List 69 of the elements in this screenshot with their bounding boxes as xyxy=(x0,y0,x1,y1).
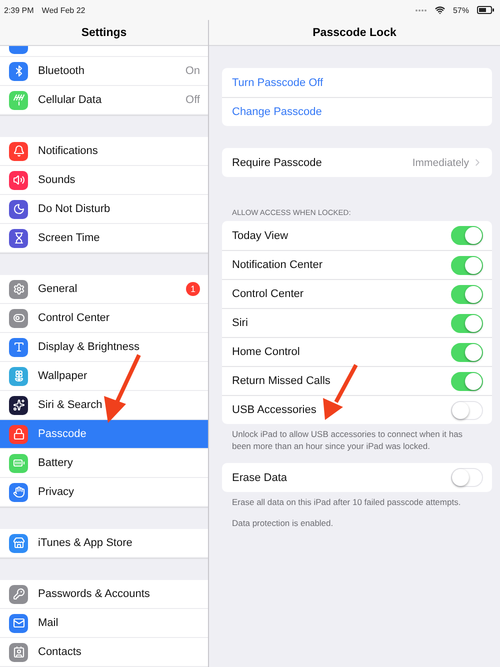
item-label: Passcode xyxy=(38,428,88,440)
toggle-switch[interactable] xyxy=(451,342,483,362)
item-label: Screen Time xyxy=(38,232,101,244)
footer-note: Erase all data on this iPad after 10 failed passcode attempts. xyxy=(231,496,462,509)
sparkle-icon xyxy=(9,396,28,414)
battery-percent: 57% xyxy=(452,6,469,14)
setting-label: Today View xyxy=(232,230,290,242)
setting-label: Erase Data xyxy=(232,472,288,484)
gear-icon xyxy=(9,280,28,298)
speaker-icon xyxy=(9,170,28,190)
battery-icon xyxy=(477,6,494,14)
setting-label: Home Control xyxy=(232,346,301,358)
item-label: Control Center xyxy=(38,312,111,324)
item-label: Display & Brightness xyxy=(38,341,140,353)
item-label: Mail xyxy=(38,617,60,629)
item-label: Do Not Disturb xyxy=(38,203,112,215)
toggle-switch[interactable] xyxy=(451,314,483,332)
bell-icon xyxy=(9,142,28,160)
lock-icon xyxy=(9,424,28,444)
sidebar-item[interactable]: Passcode xyxy=(0,420,208,449)
item-label: Sounds xyxy=(38,174,76,186)
contact-icon xyxy=(9,642,28,662)
bluetooth-icon xyxy=(9,62,28,80)
link[interactable]: Change Passcode xyxy=(232,106,322,118)
toggle-switch[interactable] xyxy=(451,256,483,274)
antenna-icon xyxy=(9,90,28,110)
item-value: Off xyxy=(186,94,200,106)
item-label: Passwords & Accounts xyxy=(38,588,151,600)
text-icon xyxy=(9,338,28,356)
item-label: Bluetooth xyxy=(38,65,86,77)
item-label: Wallpaper xyxy=(38,370,88,382)
key-icon xyxy=(9,584,28,604)
setting-label: USB Accessories xyxy=(232,404,318,416)
wifi-icon xyxy=(434,5,445,15)
item-label: Contacts xyxy=(38,646,82,658)
setting-label: Control Center xyxy=(232,288,305,300)
mail-icon xyxy=(9,614,28,632)
item-label: General xyxy=(38,283,78,295)
notification-badge: 1 xyxy=(186,282,200,296)
footer-note: Data protection is enabled. xyxy=(231,517,334,530)
item-label: Privacy xyxy=(38,486,76,498)
toggle-switch[interactable] xyxy=(451,284,483,304)
item-label: Siri & Search xyxy=(38,399,104,411)
signal-icon xyxy=(414,8,427,12)
sidebar-title: Settings xyxy=(81,26,127,38)
status-date: Wed Feb 22 xyxy=(42,6,86,14)
hand-icon xyxy=(9,482,28,502)
item-value: On xyxy=(185,65,200,77)
page-title: Passcode Lock xyxy=(312,26,396,38)
setting-label: Siri xyxy=(232,317,249,329)
setting-label: Return Missed Calls xyxy=(232,375,332,387)
toggle-icon xyxy=(9,308,28,328)
item-label: Cellular Data xyxy=(38,94,103,106)
link[interactable]: Turn Passcode Off xyxy=(232,76,324,88)
flower-icon xyxy=(9,366,28,386)
footer-note: Unlock iPad to allow USB accessories to connect when it has been more than an hour since your iPad was locked. xyxy=(231,428,464,453)
moon-icon xyxy=(9,200,28,218)
hourglass-icon xyxy=(9,228,28,248)
status-time: 2:39 PM xyxy=(4,6,34,14)
setting-label: Notification Center xyxy=(232,259,324,271)
item-label: Battery xyxy=(38,457,74,469)
toggle-switch[interactable] xyxy=(451,372,483,390)
item-label: Notifications xyxy=(38,145,99,157)
setting-row[interactable]: Require Passcode Immediately xyxy=(222,148,492,177)
battery-icon xyxy=(9,454,28,472)
toggle-switch[interactable] xyxy=(451,226,483,245)
store-icon xyxy=(9,534,28,552)
app-icon xyxy=(9,46,28,54)
item-label: iTunes & App Store xyxy=(38,537,134,549)
